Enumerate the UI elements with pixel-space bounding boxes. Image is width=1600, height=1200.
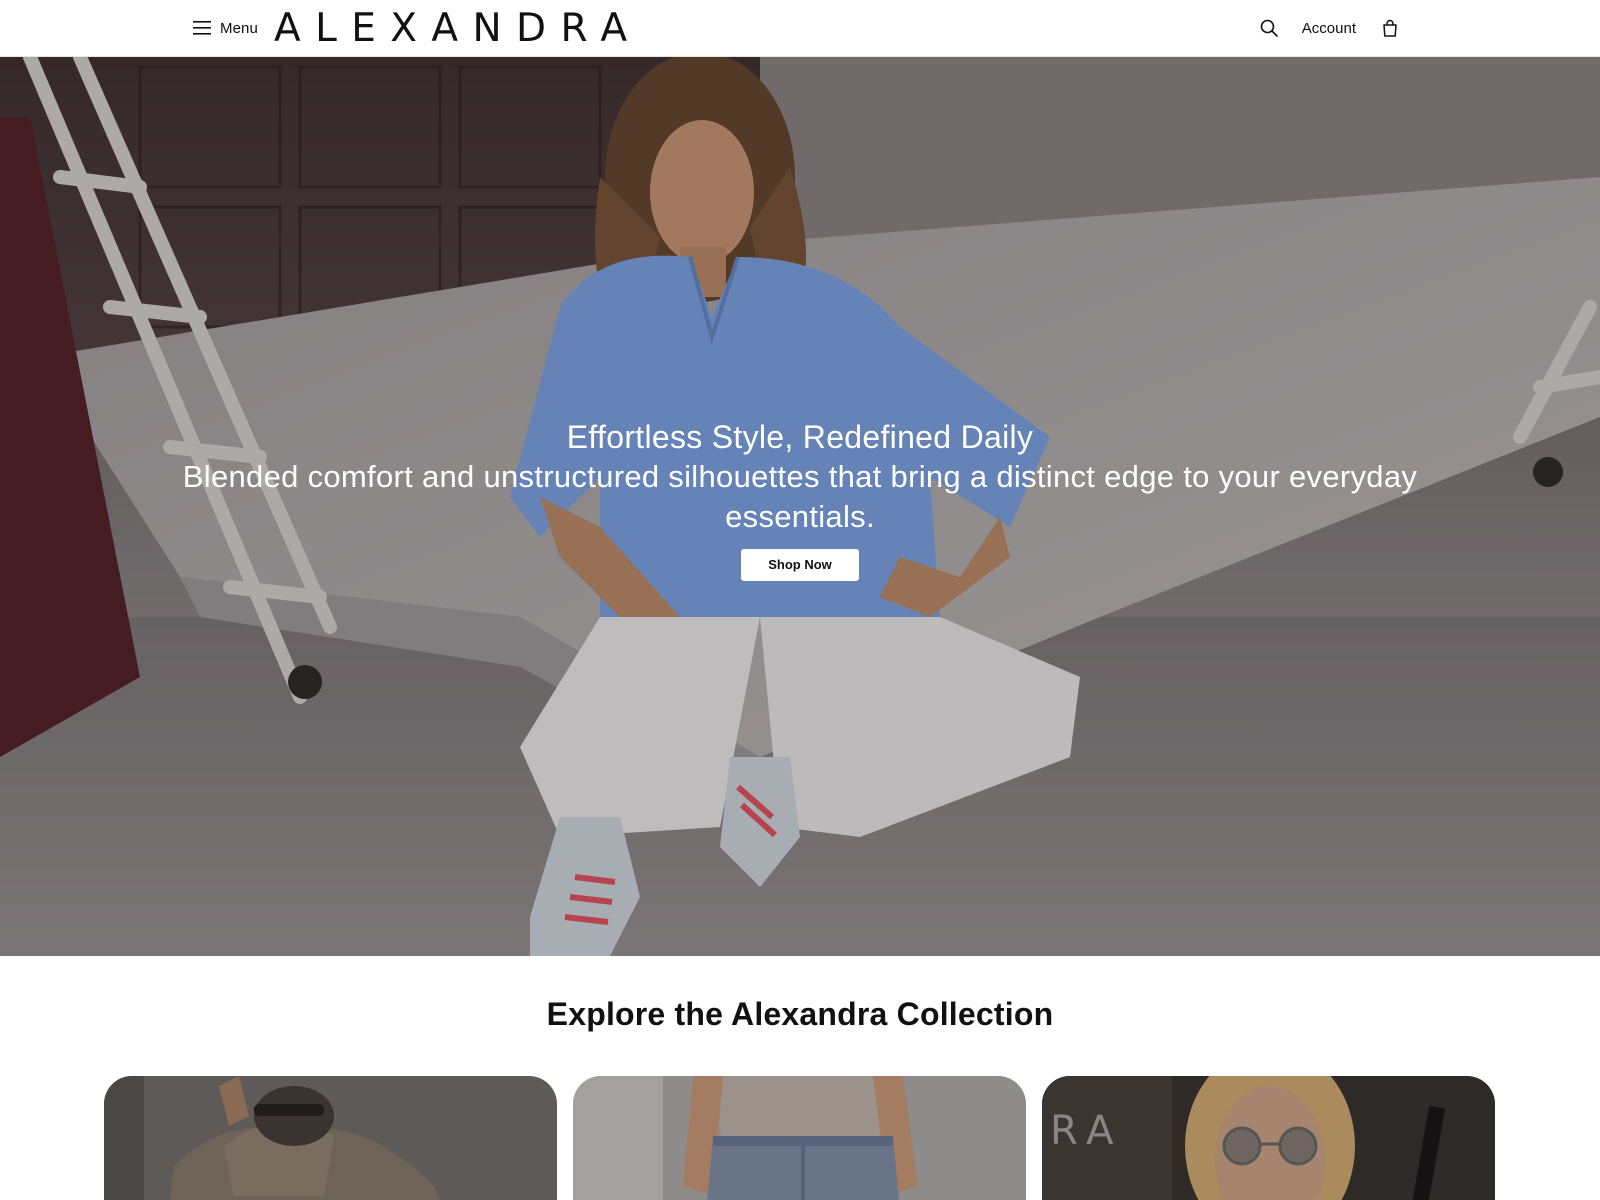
denim-image: [573, 1076, 1026, 1200]
header-actions: Account: [1258, 16, 1400, 40]
shopping-bag-icon[interactable]: [1380, 17, 1400, 39]
hero-title: Effortless Style, Redefined Daily: [566, 419, 1034, 455]
hero-banner: Effortless Style, Redefined Daily Blende…: [0, 57, 1600, 956]
site-header: Menu ALEXANDRA Account: [0, 0, 1600, 57]
hero-content: Effortless Style, Redefined Daily Blende…: [0, 417, 1600, 581]
hero-subtitle: Blended comfort and unstructured silhoue…: [182, 459, 1418, 534]
menu-button[interactable]: Menu: [193, 17, 258, 39]
brand-logo[interactable]: ALEXANDRA: [274, 6, 641, 51]
collection-card-denim[interactable]: [573, 1076, 1026, 1200]
account-link[interactable]: Account: [1302, 20, 1356, 37]
collection-card-outerwear[interactable]: [104, 1076, 557, 1200]
menu-icon: [193, 21, 211, 35]
search-icon[interactable]: [1258, 17, 1280, 39]
card-overlay-text: RA: [1050, 1108, 1124, 1154]
shop-now-button[interactable]: Shop Now: [741, 549, 859, 581]
menu-label: Menu: [220, 19, 258, 37]
outerwear-image: [104, 1076, 557, 1200]
collection-card-accessories[interactable]: RA: [1042, 1076, 1495, 1200]
collection-cards: RA: [104, 1076, 1496, 1200]
collection-title: Explore the Alexandra Collection: [546, 996, 1054, 1032]
sunglasses-image: RA: [1042, 1076, 1495, 1200]
